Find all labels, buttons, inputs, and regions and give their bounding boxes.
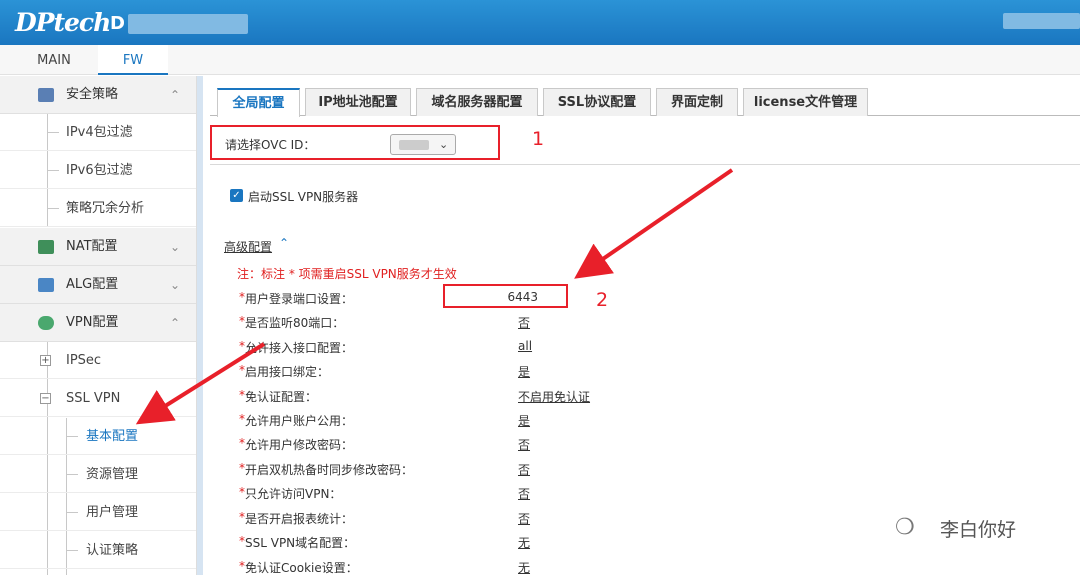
watermark-text: 李白你好 bbox=[940, 519, 1017, 541]
arrow-to-port bbox=[574, 168, 734, 279]
arrow-to-basic-config bbox=[135, 342, 266, 425]
annotation-arrows bbox=[135, 168, 734, 425]
wechat-icon: ❍ bbox=[895, 515, 915, 540]
